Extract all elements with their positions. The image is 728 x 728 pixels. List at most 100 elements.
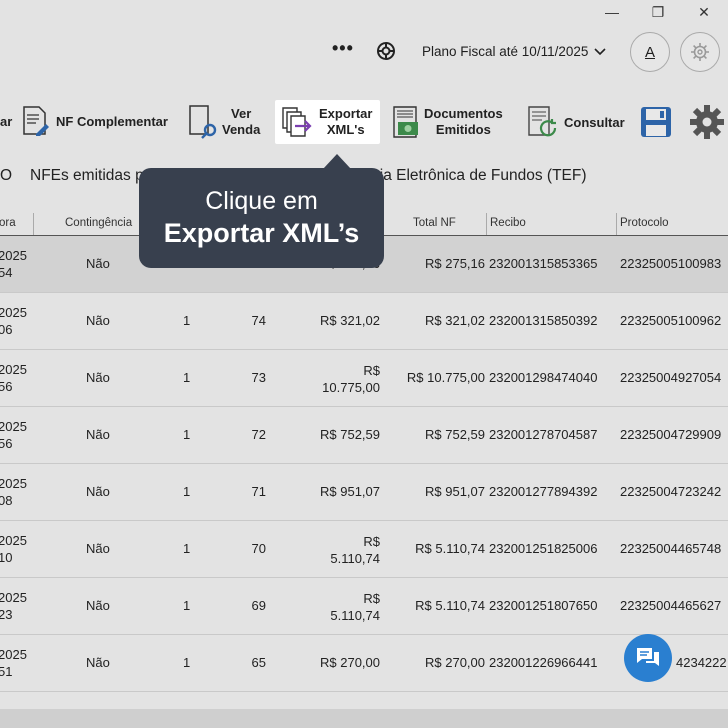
consultar-button[interactable]: Consultar: [528, 106, 625, 138]
cell-protocolo: 4234222: [676, 655, 727, 670]
documentos-emitidos-button[interactable]: Documentos Emitidos: [392, 105, 503, 139]
cell-date: 2025 23: [0, 590, 27, 622]
restore-button[interactable]: ❐: [648, 4, 668, 20]
cell-contingencia: Não: [86, 256, 110, 271]
cell-serie: 1: [183, 427, 191, 442]
ver-venda-label-2: Venda: [222, 122, 261, 137]
cell-date: 2025 51: [0, 647, 27, 679]
cell-total-nf: R$ 752,59: [425, 427, 485, 442]
header-recibo[interactable]: Recibo: [490, 217, 526, 229]
more-options-button[interactable]: •••: [332, 38, 354, 59]
gear-icon: [690, 105, 724, 139]
table-row[interactable]: 2025 56 Não 1 72 R$ 752,59 R$ 752,59 2320012787…: [0, 407, 728, 464]
cell-numero: 72: [251, 427, 266, 442]
cell-date: 2025 06: [0, 305, 27, 337]
cell-contingencia: Não: [86, 541, 110, 556]
cell-total-nf: R$ 951,07: [425, 484, 485, 499]
table-row[interactable]: 2025 10 Não 1 70 R$ 5.110,74 R$ 5.110,74 232001…: [0, 521, 728, 578]
cell-recibo: 232001298474040: [489, 370, 598, 385]
chat-icon: [637, 648, 659, 666]
cell-date: 2025 54: [0, 248, 27, 280]
document-edit-icon: [23, 106, 49, 136]
table-row[interactable]: 2025 51 Não 1 65 R$ 270,00 R$ 270,00 2320012269…: [0, 635, 728, 692]
cell-valor: R$ 270,00: [320, 655, 380, 670]
save-button[interactable]: [640, 106, 672, 143]
chevron-down-icon: [594, 47, 606, 55]
consultar-label: Consultar: [564, 114, 625, 130]
table-row[interactable]: 2025 56 Não 1 73 R$ 10.775,00 R$ 10.775,00 2320…: [0, 350, 728, 407]
cell-serie: 1: [183, 655, 191, 670]
cell-date: 2025 56: [0, 419, 27, 451]
cell-valor: R$ 10.775,00: [322, 363, 380, 395]
cell-recibo: 232001315850392: [489, 313, 598, 328]
tooltip-line-1: Clique em: [205, 187, 318, 215]
tooltip-callout: Clique em Exportar XML’s: [139, 168, 384, 268]
cell-numero: 74: [251, 313, 266, 328]
cell-date: 2025 10: [0, 533, 27, 565]
settings-button[interactable]: [680, 32, 720, 72]
plan-dropdown[interactable]: Plano Fiscal até 10/11/2025: [422, 44, 606, 59]
settings-gear-button[interactable]: [690, 105, 724, 144]
cell-total-nf: R$ 5.110,74: [415, 598, 485, 613]
cell-valor: R$ 752,59: [320, 427, 380, 442]
accessibility-button[interactable]: A: [630, 32, 670, 72]
money-documents-icon: [393, 106, 418, 138]
tab-tef[interactable]: cia Eletrônica de Fundos (TEF): [372, 167, 587, 185]
cell-serie: 1: [183, 541, 191, 556]
chat-button[interactable]: [624, 634, 672, 682]
letter-a-icon: A: [644, 43, 655, 61]
header-hora[interactable]: ora: [0, 217, 16, 229]
floppy-disk-icon: [641, 107, 671, 137]
cell-protocolo: 22325004465627: [620, 598, 722, 613]
cell-contingencia: Não: [86, 598, 110, 613]
cell-date: 2025 56: [0, 362, 27, 394]
cell-numero: 65: [251, 655, 266, 670]
plan-label: Plano Fiscal até 10/11/2025: [422, 44, 589, 59]
header-total-nf[interactable]: Total NF: [413, 217, 456, 229]
minimize-button[interactable]: —: [602, 4, 622, 20]
cell-numero: 71: [251, 484, 266, 499]
cell-valor: R$ 951,07: [320, 484, 380, 499]
table-row[interactable]: 2025 06 Não 1 74 R$ 321,02 R$ 321,02 2320013158…: [0, 293, 728, 350]
cell-valor: R$ 321,02: [320, 313, 380, 328]
close-button[interactable]: ✕: [694, 4, 714, 20]
cell-serie: 1: [183, 313, 191, 328]
cell-valor: R$ 5.110,74: [330, 534, 380, 566]
cell-recibo: 232001251825006: [489, 541, 598, 556]
exportar-label-1: Exportar: [319, 106, 373, 121]
cell-recibo: 232001277894392: [489, 484, 598, 499]
cell-contingencia: Não: [86, 484, 110, 499]
cell-total-nf: R$ 5.110,74: [415, 541, 485, 556]
cell-contingencia: Não: [86, 427, 110, 442]
tab-nfes-emitidas[interactable]: NFEs emitidas p: [30, 167, 144, 185]
cell-numero: 70: [251, 541, 266, 556]
tab-partial[interactable]: O: [0, 167, 12, 185]
ver-venda-button[interactable]: Ver Venda: [188, 105, 260, 139]
document-search-icon: [189, 105, 217, 139]
cell-serie: 1: [183, 598, 191, 613]
cell-recibo: 232001315853365: [489, 256, 598, 271]
cell-protocolo: 22325004465748: [620, 541, 722, 556]
exportar-xmls-button[interactable]: Exportar XML's: [275, 100, 380, 144]
support-icon[interactable]: [376, 41, 396, 61]
gear-icon: [691, 43, 709, 61]
cell-serie: 1: [183, 370, 191, 385]
table-row[interactable]: 2025 08 Não 1 71 R$ 951,07 R$ 951,07 2320012778…: [0, 464, 728, 521]
document-refresh-icon: [528, 106, 557, 137]
documentos-label-1: Documentos: [424, 106, 503, 121]
nf-complementar-button[interactable]: NF Complementar: [22, 106, 168, 136]
cell-contingencia: Não: [86, 313, 110, 328]
header-protocolo[interactable]: Protocolo: [620, 217, 669, 229]
cell-valor: R$ 5.110,74: [330, 591, 380, 623]
toolbar-partial-item[interactable]: ar: [0, 114, 12, 129]
nf-complementar-label: NF Complementar: [56, 113, 168, 129]
cell-contingencia: Não: [86, 370, 110, 385]
cell-recibo: 232001226966441: [489, 655, 598, 670]
tooltip-arrow: [323, 154, 351, 169]
documentos-label-2: Emitidos: [435, 122, 491, 137]
header-contingencia[interactable]: Contingência: [65, 217, 132, 229]
cell-total-nf: R$ 10.775,00: [406, 370, 485, 385]
tooltip-line-2: Exportar XML’s: [163, 218, 360, 248]
exportar-label-2: XML's: [326, 122, 365, 137]
table-row[interactable]: 2025 23 Não 1 69 R$ 5.110,74 R$ 5.110,74 232001…: [0, 578, 728, 635]
